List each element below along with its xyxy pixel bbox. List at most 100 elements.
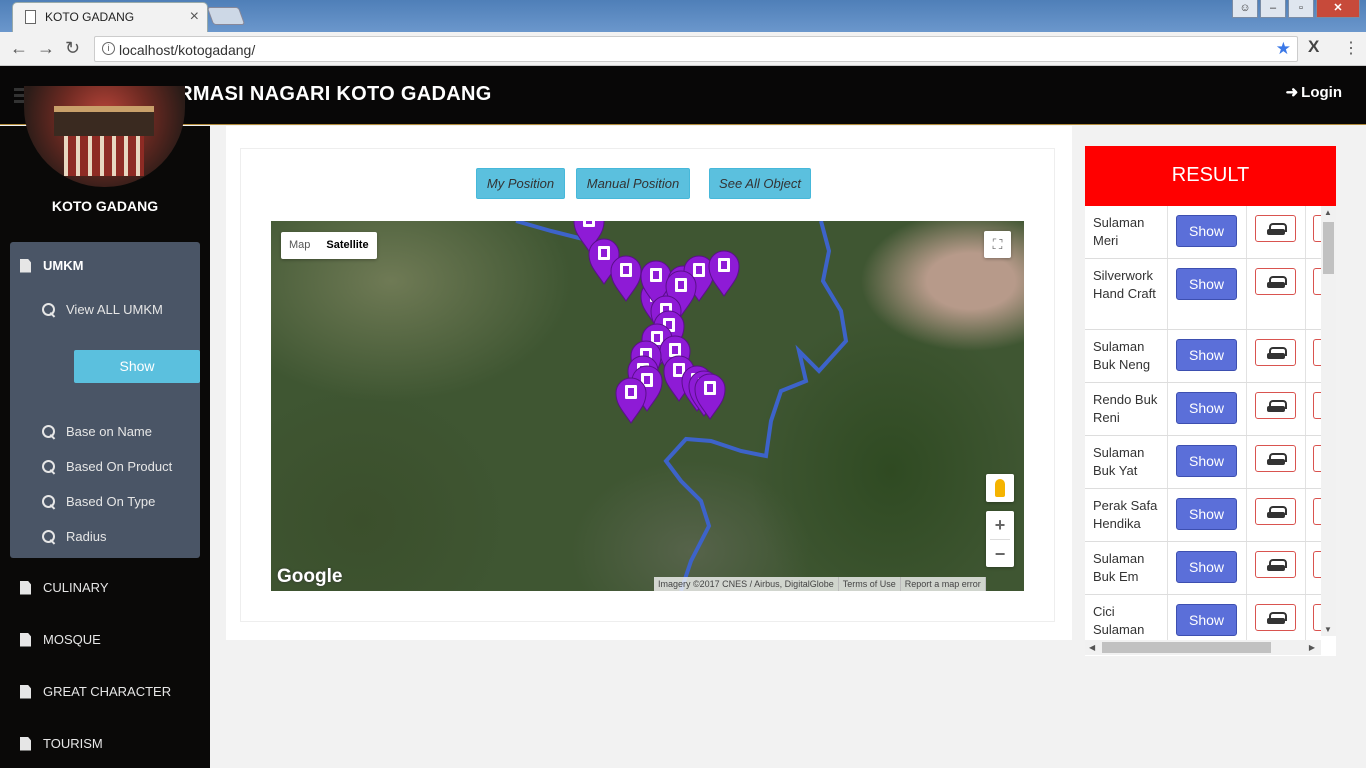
sidebar-item-great-character[interactable]: GREAT CHARACTER [0,684,171,699]
sidebar-item-label: CULINARY [43,580,109,595]
bookmark-star-icon[interactable]: ★ [1276,39,1291,59]
table-row: Sulaman Buk Neng Show [1085,330,1321,383]
car-route-icon[interactable] [1255,215,1296,242]
user-icon[interactable]: ☺ [1232,0,1258,18]
table-row: Cici Sulaman Show [1085,595,1321,640]
sidebar-item-tourism[interactable]: TOURISM [0,736,103,751]
tab-title: KOTO GADANG [45,10,135,24]
extra-action-button[interactable] [1313,551,1321,578]
back-icon[interactable]: ← [10,38,28,59]
show-button[interactable]: Show [1176,215,1237,247]
info-icon[interactable]: i [102,42,115,55]
document-icon [20,684,31,699]
browser-tab[interactable]: KOTO GADANG × [12,2,208,32]
maximize-icon[interactable]: ▫ [1288,0,1314,18]
minimize-icon[interactable]: – [1260,0,1286,18]
page-icon [25,10,36,24]
table-row: Silverwork Hand Craft Show [1085,259,1321,330]
sidebar-item-umkm[interactable]: UMKM [10,258,83,273]
extension-icon[interactable]: X [1308,37,1319,57]
show-button[interactable]: Show [1176,392,1237,424]
close-tab-icon[interactable]: × [190,8,199,26]
sidebar-item-label: UMKM [43,258,84,273]
result-panel: RESULT Sulaman Meri Show Silverwork Hand… [1085,146,1336,656]
result-name: Perak Safa Hendika [1093,498,1158,531]
terms-link[interactable]: Terms of Use [839,577,901,591]
browser-menu-icon[interactable]: ⋮ [1343,38,1359,58]
url-text: localhost/kotogadang/ [119,42,256,58]
result-name: Sulaman Buk Yat [1093,445,1145,478]
sidebar: KOTO GADANG UMKM View ALL UMKM Show Base… [0,86,210,768]
show-button[interactable]: Show [1176,498,1237,530]
login-label: Login [1301,84,1342,101]
url-input[interactable]: i localhost/kotogadang/ ★ [94,36,1298,62]
login-link[interactable]: ➜ Login [1286,83,1342,101]
car-route-icon[interactable] [1255,604,1296,631]
zoom-in-icon[interactable]: + [986,511,1014,539]
my-position-button[interactable]: My Position [476,168,565,199]
map-marker-icon[interactable] [708,250,740,297]
car-route-icon[interactable] [1255,392,1296,419]
table-row: Sulaman Meri Show [1085,206,1321,259]
see-all-object-button[interactable]: See All Object [709,168,811,199]
fullscreen-icon[interactable]: ⛶ [984,231,1011,258]
report-error-link[interactable]: Report a map error [901,577,986,591]
map-marker-icon[interactable] [615,377,647,424]
map-marker-icon[interactable] [610,255,642,302]
map-attribution: Imagery ©2017 CNES / Airbus, DigitalGlob… [654,577,986,591]
document-icon [20,736,31,751]
satellite-map[interactable] [271,221,1024,591]
street-view-pegman-icon[interactable] [986,474,1014,502]
car-route-icon[interactable] [1255,445,1296,472]
car-route-icon[interactable] [1255,551,1296,578]
close-window-icon[interactable]: ✕ [1316,0,1360,18]
result-name: Silverwork Hand Craft [1093,268,1156,301]
show-button[interactable]: Show [74,350,200,383]
extra-action-button[interactable] [1313,268,1321,295]
extra-action-button[interactable] [1313,215,1321,242]
filter-label: Radius [66,529,107,544]
show-button[interactable]: Show [1176,551,1237,583]
filter-radius[interactable]: Radius [10,529,106,544]
map-type-map[interactable]: Map [281,232,318,259]
show-button[interactable]: Show [1176,604,1237,636]
extra-action-button[interactable] [1313,339,1321,366]
sidebar-item-label: TOURISM [43,736,103,751]
show-button[interactable]: Show [1176,268,1237,300]
extra-action-button[interactable] [1313,392,1321,419]
car-route-icon[interactable] [1255,268,1296,295]
result-name: Rendo Buk Reni [1093,392,1158,425]
map-type-satellite[interactable]: Satellite [318,232,376,259]
reload-icon[interactable]: ↻ [65,38,80,59]
zoom-out-icon[interactable]: − [986,540,1014,568]
sidebar-item-mosque[interactable]: MOSQUE [0,632,101,647]
map-marker-icon[interactable] [694,373,726,420]
imagery-credit: Imagery ©2017 CNES / Airbus, DigitalGlob… [654,577,839,591]
zoom-control: + − [986,511,1014,567]
table-row: Sulaman Buk Yat Show [1085,436,1321,489]
extra-action-button[interactable] [1313,604,1321,631]
filter-type[interactable]: Based On Type [10,494,155,509]
filter-label: Base on Name [66,424,152,439]
extra-action-button[interactable] [1313,498,1321,525]
filter-name[interactable]: Base on Name [10,424,152,439]
result-title: RESULT [1085,146,1336,206]
vertical-scrollbar[interactable]: ▲ ▼ [1321,206,1336,636]
horizontal-scrollbar[interactable]: ◀ ▶ [1085,640,1321,655]
sidebar-item-culinary[interactable]: CULINARY [0,580,109,595]
app-header: SISTEM INFORMASI NAGARI KOTO GADANG ➜ Log… [0,66,1366,125]
forward-icon[interactable]: → [37,38,55,59]
extra-action-button[interactable] [1313,445,1321,472]
car-route-icon[interactable] [1255,339,1296,366]
car-route-icon[interactable] [1255,498,1296,525]
show-button[interactable]: Show [1176,339,1237,371]
view-all-umkm-link[interactable]: View ALL UMKM [10,302,163,317]
sidebar-item-label: GREAT CHARACTER [43,684,172,699]
show-button[interactable]: Show [1176,445,1237,477]
result-name: Sulaman Buk Neng [1093,339,1151,372]
table-row: Sulaman Buk Em Show [1085,542,1321,595]
filter-product[interactable]: Based On Product [10,459,172,474]
manual-position-button[interactable]: Manual Position [576,168,690,199]
new-tab-button[interactable] [206,7,246,25]
search-icon [42,529,56,544]
